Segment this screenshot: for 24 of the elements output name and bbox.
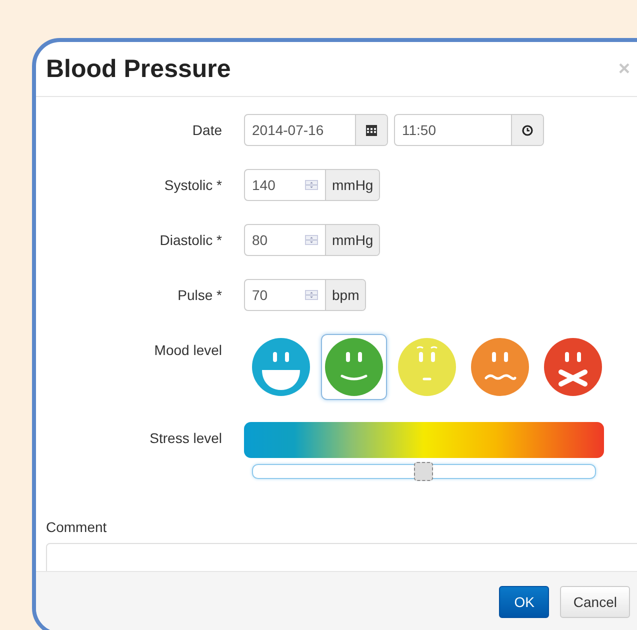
field-label: Pulse * <box>176 287 222 303</box>
smiley-icon <box>471 338 529 396</box>
field-label: Comment <box>46 519 108 535</box>
cancel-button[interactable]: Cancel <box>560 586 630 618</box>
time-field[interactable]: 11:50 <box>394 114 544 146</box>
field-label: Diastolic * <box>158 232 222 248</box>
field-label: Date <box>191 122 222 138</box>
field-label: Systolic * <box>163 177 222 193</box>
smiley-icon <box>544 338 602 396</box>
calendar-button[interactable] <box>355 115 387 145</box>
field-label: Stress level <box>148 429 222 446</box>
date-field[interactable]: 2014-07-16 <box>244 114 388 146</box>
dialog-title: Blood Pressure <box>46 54 232 84</box>
clock-icon <box>522 124 533 136</box>
stress-slider[interactable] <box>252 464 596 479</box>
field-label: Mood level <box>153 341 222 358</box>
smiley-icon <box>398 338 456 396</box>
mood-option[interactable] <box>321 334 387 400</box>
calendar-icon <box>366 124 377 136</box>
ok-button[interactable]: OK <box>499 586 550 618</box>
smiley-icon <box>325 338 383 396</box>
clock-button[interactable] <box>511 115 543 145</box>
smiley-icon <box>252 338 310 396</box>
slider-handle[interactable] <box>414 462 433 481</box>
